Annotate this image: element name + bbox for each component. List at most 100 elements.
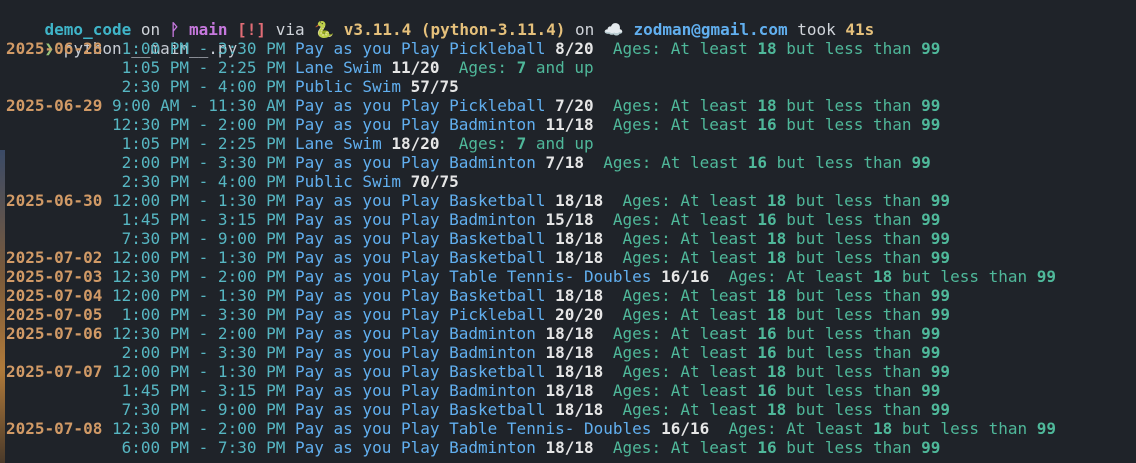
schedule-row: 2:00 PM - 3:30 PM Pay as you Play Badmin… <box>6 153 931 172</box>
row-age-min: 18 <box>767 191 787 210</box>
command-line[interactable]: ❯ python __main__.py <box>6 20 238 58</box>
row-date <box>6 153 102 172</box>
row-age-text: but less than <box>767 153 912 172</box>
row-age-text: but less than <box>776 115 922 134</box>
row-age-min: 18 <box>757 96 777 115</box>
row-activity: Public Swim <box>295 172 401 191</box>
row-age-min: 18 <box>767 305 787 324</box>
row-activity: Pay as you Play Badminton <box>295 343 536 362</box>
row-age-label: Ages: At least <box>612 381 758 400</box>
row-age-text: and up <box>526 134 594 153</box>
row-age-text: but less than <box>786 248 931 267</box>
schedule-row: 2:30 PM - 4:00 PM Public Swim 70/75 <box>6 172 459 191</box>
row-count: 18/18 <box>555 362 604 381</box>
row-time: 12:30 PM - 2:00 PM <box>111 324 286 343</box>
row-age-max: 99 <box>1036 267 1057 286</box>
row-count: 18/18 <box>555 248 604 267</box>
row-age-text: and up <box>526 58 594 77</box>
row-age-label: Ages: At least <box>612 39 758 58</box>
row-activity: Pay as you Play Pickleball <box>295 96 546 115</box>
row-age-max: 99 <box>1036 419 1057 438</box>
row-time: 1:45 PM - 3:15 PM <box>111 381 286 400</box>
row-age-max: 99 <box>921 115 941 134</box>
row-count: 7/20 <box>555 96 594 115</box>
row-count: 18/18 <box>555 229 604 248</box>
schedule-row: 2025-07-03 12:30 PM - 2:00 PM Pay as you… <box>6 267 1056 286</box>
terminal-window[interactable]: demo_code on ᚹ main [!] via 🐍 v3.11.4 (p… <box>0 0 1136 463</box>
row-age-min: 16 <box>757 210 777 229</box>
row-time: 2:00 PM - 3:30 PM <box>111 153 286 172</box>
row-count: 18/18 <box>555 286 604 305</box>
row-activity: Pay as you Play Basketball <box>295 229 546 248</box>
row-date <box>6 400 102 419</box>
row-age-min: 7 <box>516 134 527 153</box>
row-time: 12:00 PM - 1:30 PM <box>111 362 286 381</box>
row-date: 2025-07-02 <box>6 248 103 267</box>
row-age-max: 99 <box>930 400 951 419</box>
row-time: 1:00 PM - 3:30 PM <box>111 305 286 324</box>
row-time: 1:05 PM - 2:25 PM <box>111 134 286 153</box>
row-age-text: but less than <box>892 419 1037 438</box>
row-date <box>6 115 102 134</box>
row-age-text: but less than <box>786 286 931 305</box>
row-age-max: 99 <box>921 39 941 58</box>
row-time: 12:30 PM - 2:00 PM <box>111 267 286 286</box>
row-age-min: 16 <box>747 153 768 172</box>
row-activity: Pay as you Play Pickleball <box>295 305 546 324</box>
row-age-label: Ages: At least <box>612 324 758 343</box>
row-age-max: 99 <box>921 96 941 115</box>
row-age-text: but less than <box>776 39 922 58</box>
python-snake-icon: 🐍 <box>314 20 344 39</box>
row-age-label: Ages: At least <box>622 248 768 267</box>
row-age-max: 99 <box>921 210 941 229</box>
row-count: 8/20 <box>555 39 594 58</box>
row-count: 16/16 <box>661 267 710 286</box>
row-date: 2025-07-07 <box>6 362 103 381</box>
row-age-max: 99 <box>930 191 951 210</box>
row-age-text: but less than <box>786 400 931 419</box>
row-age-label: Ages: At least <box>612 210 758 229</box>
row-age-min: 16 <box>757 438 777 457</box>
row-age-label: Ages: At least <box>622 362 768 381</box>
schedule-row: 1:45 PM - 3:15 PM Pay as you Play Badmin… <box>6 210 941 229</box>
row-activity: Lane Swim <box>295 134 382 153</box>
row-activity: Public Swim <box>295 77 401 96</box>
row-count: 20/20 <box>555 305 604 324</box>
schedule-row: 2:30 PM - 4:00 PM Public Swim 57/75 <box>6 77 459 96</box>
row-date: 2025-06-29 <box>6 96 103 115</box>
schedule-row: 2025-06-30 12:00 PM - 1:30 PM Pay as you… <box>6 191 950 210</box>
row-date <box>6 134 102 153</box>
row-count: 15/18 <box>545 210 594 229</box>
